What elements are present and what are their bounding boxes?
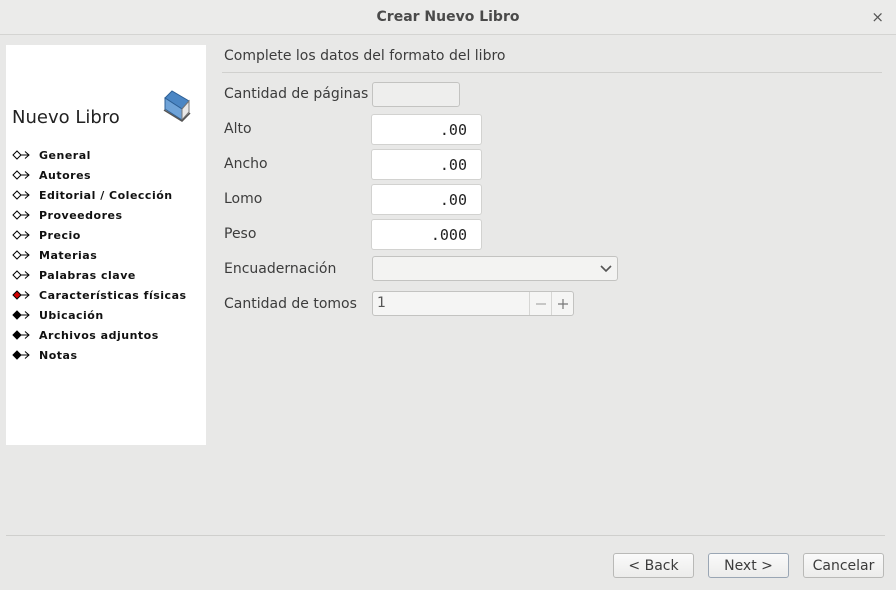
step-marker-icon: [12, 230, 30, 240]
step-marker-icon: [12, 330, 30, 340]
wizard-step: Características físicas: [12, 285, 187, 305]
wizard-step: Palabras clave: [12, 265, 187, 285]
wizard-step: Archivos adjuntos: [12, 325, 187, 345]
ancho-field[interactable]: .00: [372, 150, 481, 179]
plus-icon: [557, 298, 568, 309]
form-divider: [222, 72, 882, 73]
back-button[interactable]: < Back: [613, 553, 694, 578]
wizard-step: Notas: [12, 345, 187, 365]
decrement-button[interactable]: [529, 292, 551, 315]
step-marker-icon: [12, 290, 30, 300]
chevron-down-icon: [600, 264, 612, 272]
step-marker-icon: [12, 270, 30, 280]
wizard-step-label: Autores: [39, 168, 92, 182]
wizard-step-label: General: [39, 148, 91, 162]
step-marker-icon: [12, 250, 30, 260]
lomo-label: Lomo: [224, 191, 263, 207]
sidebar-heading: Nuevo Libro: [12, 107, 120, 128]
wizard-step-label: Materias: [39, 248, 98, 262]
minus-icon: [535, 302, 546, 305]
wizard-step: Materias: [12, 245, 187, 265]
wizard-step: General: [12, 145, 187, 165]
wizard-sidebar: Nuevo Libro General Autores Editorial / Co…: [6, 45, 206, 445]
wizard-step: Autores: [12, 165, 187, 185]
increment-button[interactable]: [551, 292, 573, 315]
form-title: Complete los datos del formato del libro: [224, 48, 506, 64]
step-marker-icon: [12, 150, 30, 160]
encuadernacion-label: Encuadernación: [224, 261, 337, 277]
wizard-step-label: Precio: [39, 228, 81, 242]
step-marker-icon: [12, 170, 30, 180]
step-marker-icon: [12, 210, 30, 220]
footer-divider: [6, 535, 885, 536]
ancho-label: Ancho: [224, 156, 268, 172]
wizard-step-label: Proveedores: [39, 208, 123, 222]
wizard-step: Proveedores: [12, 205, 187, 225]
wizard-step: Editorial / Colección: [12, 185, 187, 205]
tomos-value[interactable]: 1: [373, 292, 529, 315]
tomos-spinner[interactable]: 1: [372, 291, 574, 316]
wizard-step-label: Ubicación: [39, 308, 104, 322]
wizard-step: Precio: [12, 225, 187, 245]
lomo-field[interactable]: .00: [372, 185, 481, 214]
step-marker-icon: [12, 190, 30, 200]
step-marker-icon: [12, 350, 30, 360]
title-bar: Crear Nuevo Libro ×: [0, 0, 896, 35]
tomos-label: Cantidad de tomos: [224, 296, 357, 312]
alto-label: Alto: [224, 121, 252, 137]
next-button[interactable]: Next >: [708, 553, 789, 578]
step-marker-icon: [12, 310, 30, 320]
wizard-step-label: Características físicas: [39, 288, 187, 302]
cancel-button[interactable]: Cancelar: [803, 553, 884, 578]
pages-label: Cantidad de páginas: [224, 86, 369, 102]
wizard-step-label: Editorial / Colección: [39, 188, 173, 202]
close-icon[interactable]: ×: [871, 8, 884, 26]
wizard-steps: General Autores Editorial / Colección Prove…: [12, 145, 187, 365]
alto-field[interactable]: .00: [372, 115, 481, 144]
peso-label: Peso: [224, 226, 257, 242]
wizard-step: Ubicación: [12, 305, 187, 325]
book-icon: [163, 90, 191, 122]
window-title: Crear Nuevo Libro: [376, 9, 520, 25]
peso-field[interactable]: .000: [372, 220, 481, 249]
wizard-step-label: Notas: [39, 348, 78, 362]
wizard-step-label: Archivos adjuntos: [39, 328, 159, 342]
wizard-step-label: Palabras clave: [39, 268, 136, 282]
pages-field[interactable]: [372, 82, 460, 107]
encuadernacion-select[interactable]: [372, 256, 618, 281]
